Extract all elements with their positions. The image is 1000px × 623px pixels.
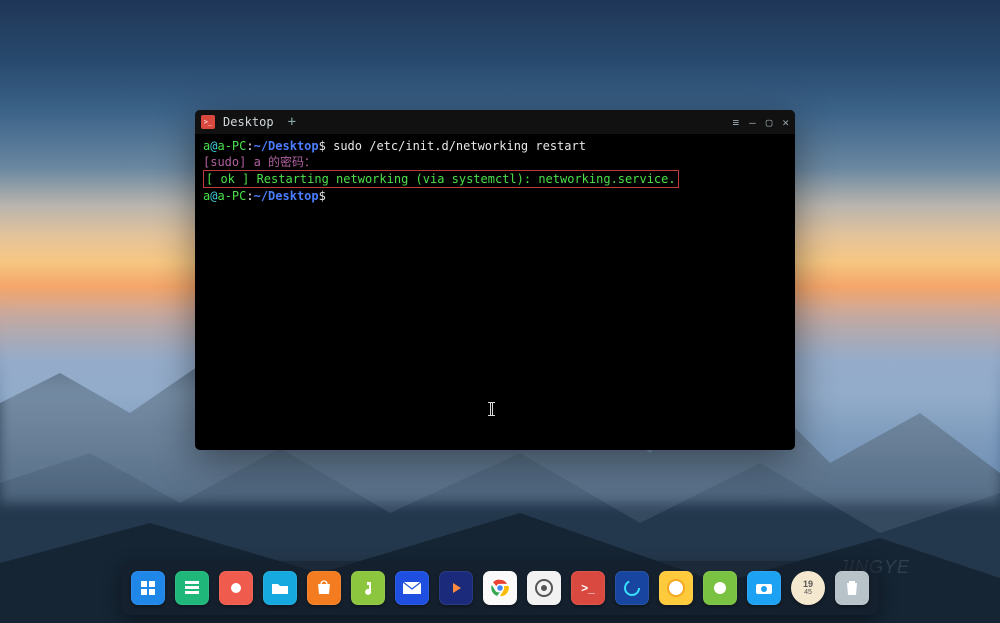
prompt-host-2: a-PC	[217, 189, 246, 203]
dock-trash-icon[interactable]	[835, 571, 869, 605]
dock-appstore-icon[interactable]	[307, 571, 341, 605]
ok-highlight-box: [ ok ] Restarting networking (via system…	[203, 170, 679, 188]
terminal-line-3: [ ok ] Restarting networking (via system…	[203, 170, 787, 188]
terminal-tab-title[interactable]: Desktop	[223, 115, 274, 129]
dock-recorder-icon[interactable]	[219, 571, 253, 605]
desktop-wallpaper: Desktop + a@a-PC:~/Desktop$ sudo /etc/in…	[0, 0, 1000, 623]
dock-settings-icon[interactable]	[527, 571, 561, 605]
dock-monitor-icon[interactable]	[615, 571, 649, 605]
dock-multitask-icon[interactable]	[175, 571, 209, 605]
terminal-line-4: a@a-PC:~/Desktop$	[203, 188, 787, 204]
terminal-body[interactable]: a@a-PC:~/Desktop$ sudo /etc/init.d/netwo…	[195, 134, 795, 450]
dock-clock-icon[interactable]: 19 45	[791, 571, 825, 605]
window-menu-button[interactable]	[733, 116, 740, 129]
dock-terminal-icon[interactable]: >_	[571, 571, 605, 605]
prompt-dollar-2: $	[319, 189, 326, 203]
prompt-path: ~/Desktop	[254, 139, 319, 153]
dock-mail-icon[interactable]	[395, 571, 429, 605]
terminal-app-icon	[201, 115, 215, 129]
dock-chrome-icon[interactable]	[483, 571, 517, 605]
prompt-host: a-PC	[217, 139, 246, 153]
dock-browser-icon[interactable]	[659, 571, 693, 605]
dock-music-icon[interactable]	[351, 571, 385, 605]
prompt-colon: :	[246, 139, 253, 153]
clock-min: 45	[804, 589, 812, 596]
terminal-line-2: [sudo] a 的密码：	[203, 154, 787, 170]
prompt-colon-2: :	[246, 189, 253, 203]
text-cursor-icon	[490, 402, 493, 416]
terminal-titlebar[interactable]: Desktop +	[195, 110, 795, 134]
dock-screenshot-icon[interactable]	[747, 571, 781, 605]
terminal-line-1: a@a-PC:~/Desktop$ sudo /etc/init.d/netwo…	[203, 138, 787, 154]
dock-files-icon[interactable]	[263, 571, 297, 605]
terminal-window[interactable]: Desktop + a@a-PC:~/Desktop$ sudo /etc/in…	[195, 110, 795, 450]
clock-hour: 19	[803, 580, 813, 589]
new-tab-button[interactable]: +	[288, 114, 296, 130]
dock-system-icon[interactable]	[703, 571, 737, 605]
window-minimize-button[interactable]	[749, 116, 756, 129]
prompt-command: sudo /etc/init.d/networking restart	[333, 139, 586, 153]
dock-launcher-icon[interactable]	[131, 571, 165, 605]
window-close-button[interactable]	[782, 116, 789, 129]
prompt-path-2: ~/Desktop	[254, 189, 319, 203]
dock-video-icon[interactable]	[439, 571, 473, 605]
window-maximize-button[interactable]	[766, 116, 773, 129]
dock[interactable]: >_ 19 45	[121, 561, 879, 615]
prompt-dollar: $	[319, 139, 333, 153]
